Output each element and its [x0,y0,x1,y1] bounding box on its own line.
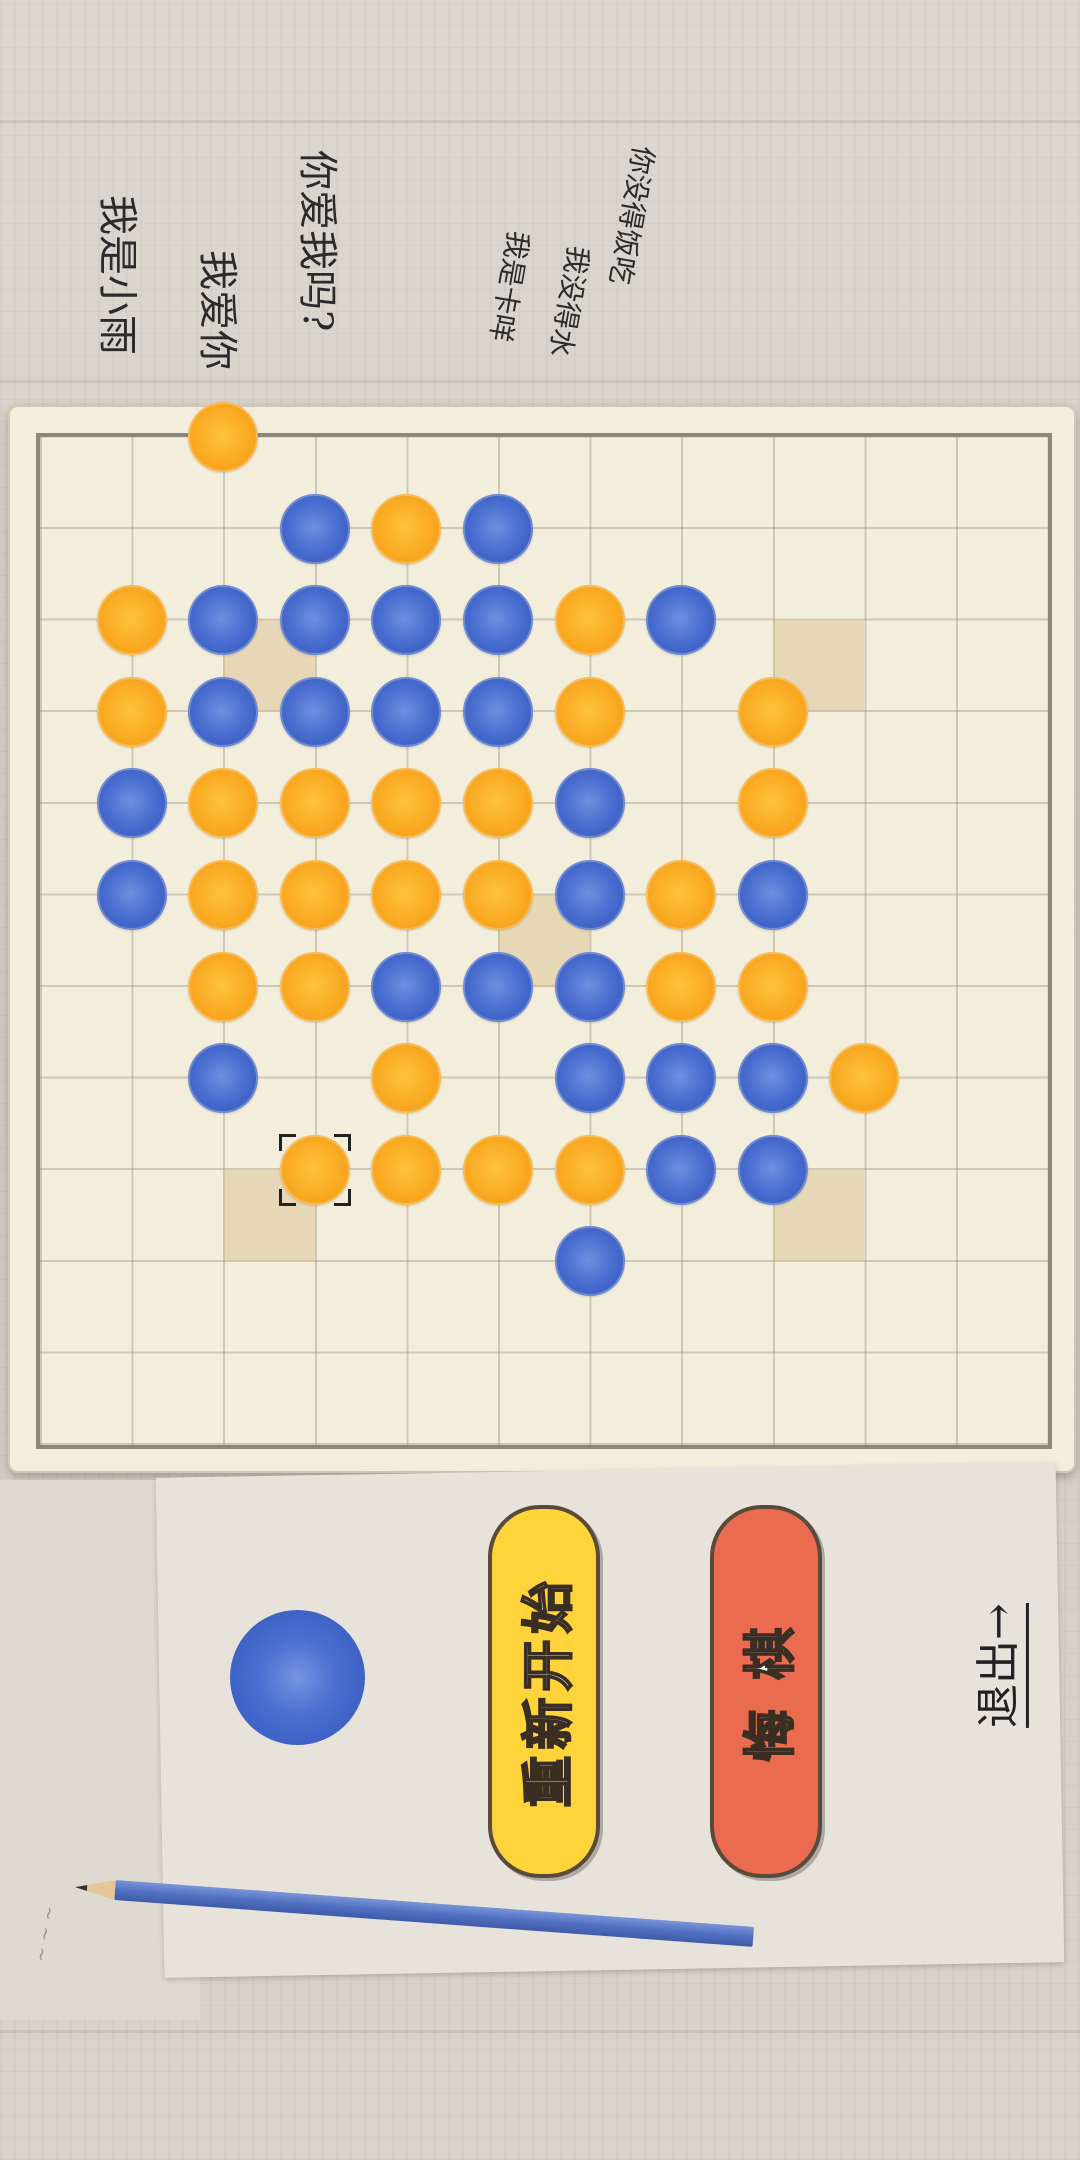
note-line-6: 你没得饭吃 [603,143,661,288]
blue-stone [554,1226,625,1297]
orange-stone [463,1134,533,1205]
orange-stone [279,951,350,1022]
last-move-marker [278,1133,351,1206]
blue-stone [96,768,167,839]
orange-stone [279,768,350,839]
orange-stone [371,860,442,930]
blue-stone [554,951,625,1022]
orange-stone [646,951,717,1022]
blue-stone [279,493,350,564]
blue-stone [463,951,533,1022]
orange-stone [188,951,259,1022]
restart-button[interactable]: 重新开始 [488,1505,600,1878]
blue-stone [554,860,625,930]
exit-button-label: 退出→ [961,1602,1029,1728]
orange-stone [96,585,167,656]
undo-button-label: 悔 棋 [741,1620,803,1762]
note-line-1: 我是小雨 [94,195,140,355]
note-line-3: 你爱我吗? [294,150,340,332]
orange-stone [646,860,717,930]
orange-stone [554,585,625,656]
orange-stone [554,1134,625,1205]
game-board [8,402,1076,1473]
orange-stone [463,860,533,930]
blue-stone [646,585,717,656]
orange-stone [279,860,350,930]
blue-stone [737,1134,808,1205]
blue-stone [463,676,533,747]
orange-stone [737,951,808,1022]
orange-stone [188,402,259,472]
orange-stone [188,768,259,839]
orange-stone [371,768,442,839]
blue-stone [279,585,350,656]
blue-stone [463,493,533,564]
orange-stone [188,860,259,930]
blue-stone [188,676,259,747]
blue-stone [188,585,259,656]
orange-stone [737,768,808,839]
board-grid[interactable] [36,402,1052,1449]
orange-stone [829,1043,900,1114]
orange-stone [737,676,808,747]
blue-stone [371,676,442,747]
blue-stone [371,951,442,1022]
exit-button[interactable]: 退出→ [960,1575,1030,1755]
blue-stone [188,1043,259,1114]
blue-stone [737,1043,808,1114]
blue-stone [96,860,167,930]
note-line-5: 我没得水 [543,243,596,360]
note-line-4: 我是卡咩 [483,228,536,345]
restart-button-label: 重新开始 [519,1574,581,1808]
blue-stone [646,1043,717,1114]
orange-stone [554,676,625,747]
blue-stone [371,585,442,656]
wood-plank-line [0,120,1080,123]
blue-stone [554,768,625,839]
orange-stone [371,1043,442,1114]
note-line-2: 我爱你 [194,250,240,370]
blue-stone [279,676,350,747]
orange-stone [463,768,533,839]
wood-plank-line [0,380,1080,383]
blue-stone [463,585,533,656]
orange-stone [371,493,442,564]
undo-button[interactable]: 悔 棋 [710,1505,822,1878]
current-turn-blue-stone-icon [230,1610,365,1745]
orange-stone [371,1134,442,1205]
blue-stone [554,1043,625,1114]
blue-stone [646,1134,717,1205]
blue-stone [737,860,808,930]
orange-stone [96,676,167,747]
wood-plank-line [0,2030,1080,2033]
